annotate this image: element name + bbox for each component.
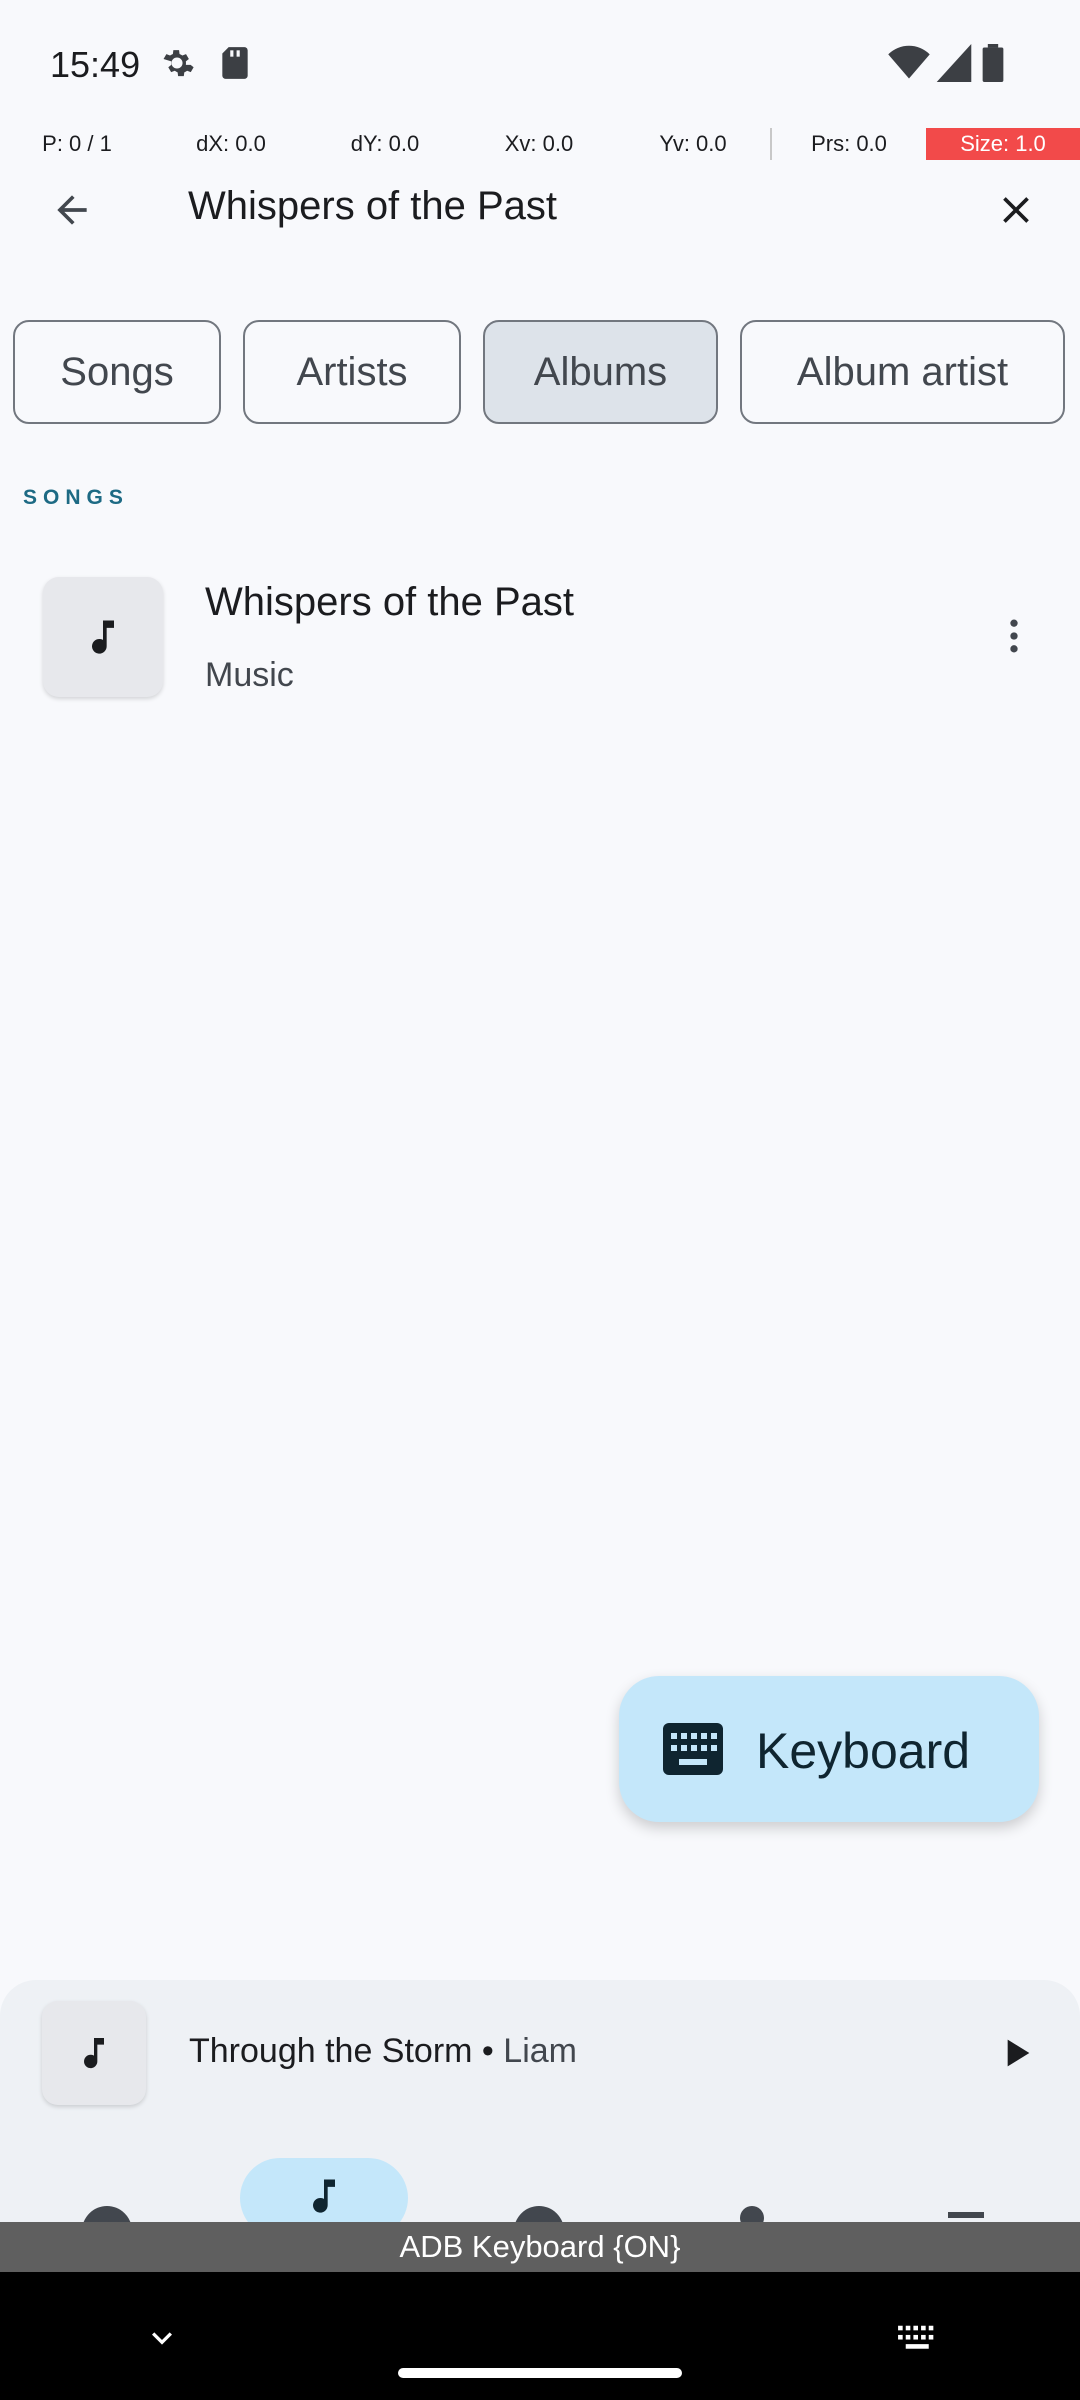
nav-artists-icon[interactable] [740,2206,764,2222]
home-gesture-handle[interactable] [398,2368,682,2378]
section-title-songs: SONGS [23,486,129,509]
keyboard-fab-label: Keyboard [756,1723,971,1779]
chip-albums[interactable]: Albums [483,320,718,424]
song-list-item[interactable]: Whispers of the Past Music [0,560,1080,712]
keyboard-icon [898,2325,934,2349]
pointer-size: Size: 1.0 [926,128,1080,160]
nav-songs-icon [313,2179,335,2213]
pointer-pressure: Prs: 0.0 [770,128,926,160]
song-subtitle: Music [205,656,294,694]
song-thumbnail [43,577,163,697]
mini-player-now-playing: Through the Storm • Liam [189,2032,577,2071]
status-time: 15:49 [50,44,141,85]
play-button[interactable] [968,2005,1064,2101]
keyboard-fab[interactable]: Keyboard [619,1676,1039,1822]
mini-player-thumbnail [42,2001,146,2105]
music-note-icon [92,620,114,654]
chevron-down-icon [152,2332,172,2345]
mini-player[interactable]: Through the Storm • Liam [0,1980,1080,2126]
pointer-count: P: 0 / 1 [42,131,112,156]
pointer-dx: dX: 0.0 [196,131,266,156]
song-title: Whispers of the Past [205,580,575,624]
nav-home-icon[interactable] [82,2206,132,2222]
close-icon [1003,197,1029,223]
chip-artists[interactable]: Artists [243,320,461,424]
mini-player-artist: Liam [503,2032,577,2070]
system-navigation-bar [0,2272,1080,2400]
sd-card-icon [218,44,252,87]
play-icon [1007,2039,1030,2067]
status-bar: 15:49 [0,0,1080,128]
arrow-back-icon [57,195,87,225]
settings-gear-icon [158,44,196,87]
battery-icon [982,44,1004,87]
nav-playlists-icon[interactable] [948,2212,984,2218]
search-input[interactable]: Whispers of the Past [188,184,557,229]
music-note-icon [84,2038,104,2069]
song-more-button[interactable] [966,588,1062,684]
switch-keyboard-button[interactable] [870,2290,966,2386]
wifi-icon [888,44,930,87]
mini-player-separator: • [472,2032,504,2070]
nav-albums-icon[interactable] [514,2206,564,2222]
filter-chips: Songs Artists Albums Album artist [0,320,1080,424]
search-bar: Whispers of the Past [0,160,1080,260]
clear-search-button[interactable] [968,162,1064,258]
adb-keyboard-bar: ADB Keyboard {ON} [0,2222,1080,2272]
pointer-yv: Yv: 0.0 [659,131,727,156]
mini-player-title: Through the Storm [189,2032,473,2070]
more-vert-icon [1010,619,1018,653]
chip-songs[interactable]: Songs [13,320,221,424]
pointer-dy: dY: 0.0 [350,131,420,156]
bottom-navigation [0,2126,1080,2222]
chip-album-artist[interactable]: Album artist [740,320,1065,424]
hide-keyboard-button[interactable] [114,2290,210,2386]
pointer-xv: Xv: 0.0 [504,131,574,156]
keyboard-icon [663,1723,723,1775]
pointer-location-overlay: P: 0 / 1 dX: 0.0 dY: 0.0 Xv: 0.0 Yv: 0.0… [0,128,1080,160]
cell-signal-icon [936,44,972,87]
back-button[interactable] [24,162,120,258]
